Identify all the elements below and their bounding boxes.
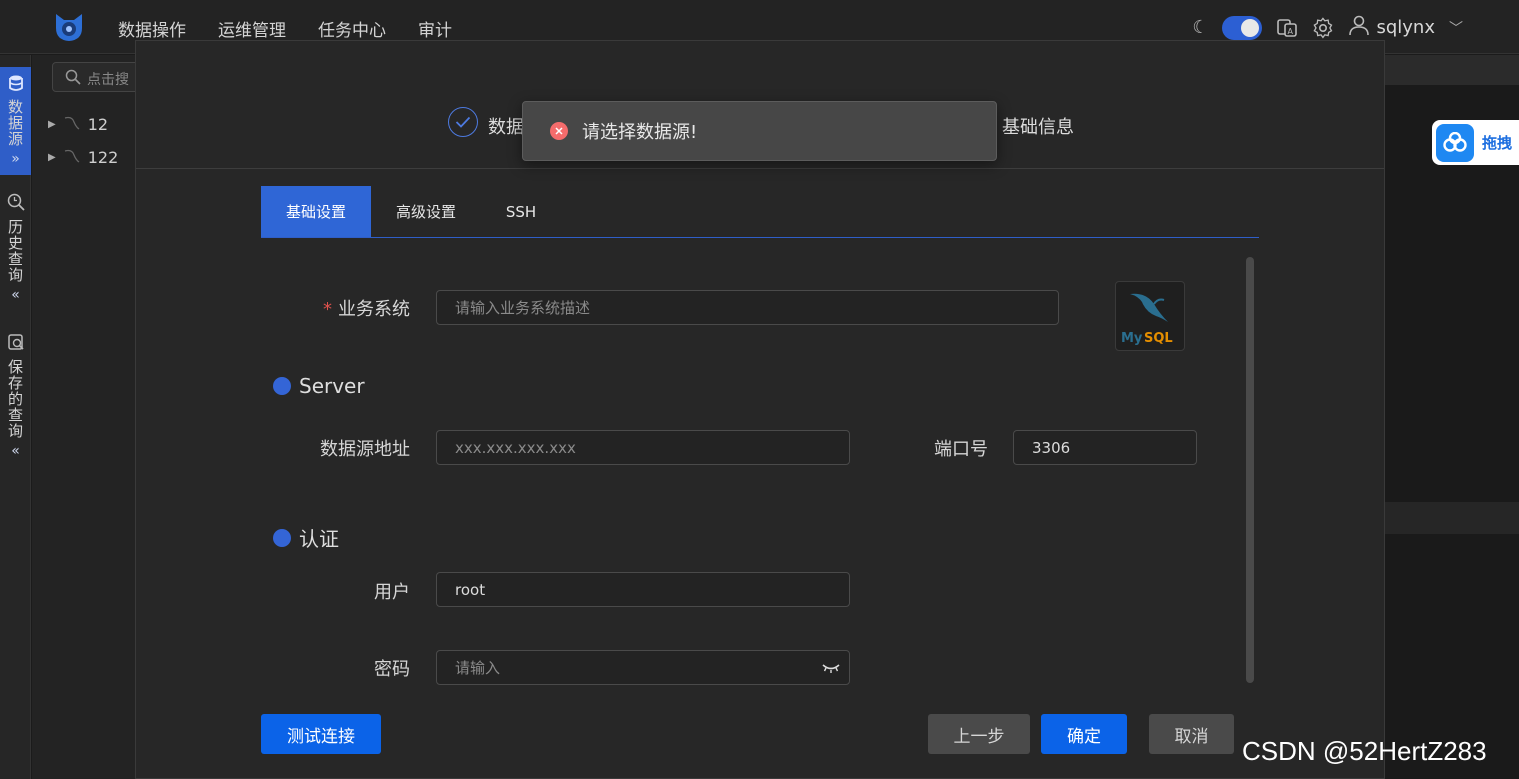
- mysql-logo: My SQL: [1115, 281, 1185, 351]
- rail-tab-datasource[interactable]: 数据源 »: [0, 67, 31, 175]
- tab-basic-settings[interactable]: 基础设置: [261, 186, 371, 237]
- mysql-node-icon: [64, 148, 80, 167]
- floating-drag-widget[interactable]: 拖拽: [1432, 120, 1519, 165]
- translate-icon[interactable]: A: [1276, 17, 1298, 39]
- rail-label-saved: 保存的查询: [6, 359, 24, 439]
- auth-section-header: 认证: [273, 523, 339, 552]
- password-input[interactable]: 请输入: [436, 650, 850, 685]
- chevron-down-icon: ﹀: [1449, 20, 1463, 37]
- step-1-label: 数据: [488, 117, 524, 138]
- search-placeholder: 点击搜: [87, 72, 129, 88]
- theme-toggle[interactable]: [1222, 15, 1263, 40]
- nav-audit[interactable]: 审计: [418, 16, 452, 41]
- tree-node-label: 12: [87, 115, 109, 134]
- rail-tab-saved[interactable]: 保存的查询 «: [0, 325, 31, 465]
- database-icon: [8, 75, 23, 95]
- double-chevron-left-icon[interactable]: «: [11, 443, 20, 459]
- toast-message: 请选择数据源!: [582, 122, 698, 143]
- tree-node-label: 122: [87, 148, 119, 167]
- tab-ssh[interactable]: SSH: [481, 186, 561, 237]
- search-icon: [65, 69, 81, 89]
- eye-closed-icon[interactable]: [821, 659, 841, 679]
- host-input[interactable]: xxx.xxx.xxx.xxx: [436, 430, 850, 465]
- watermark: CSDN @52HertZ283: [1242, 736, 1487, 766]
- caret-right-icon[interactable]: ▶: [48, 119, 56, 130]
- business-system-placeholder: 请输入业务系统描述: [455, 299, 591, 317]
- user-input[interactable]: root: [436, 572, 850, 607]
- user-icon: [1348, 14, 1370, 41]
- cloud-share-icon: [1436, 123, 1474, 162]
- test-connection-button[interactable]: 测试连接: [261, 714, 381, 754]
- svg-text:A: A: [1288, 27, 1294, 36]
- username: sqlynx: [1376, 17, 1435, 38]
- business-system-label-text: 业务系统: [338, 299, 410, 320]
- settings-gear-icon[interactable]: [1312, 16, 1334, 39]
- svg-text:SQL: SQL: [1144, 331, 1173, 346]
- user-label: 用户: [374, 582, 410, 603]
- app-logo[interactable]: [52, 10, 86, 44]
- user-value: root: [455, 580, 486, 599]
- check-circle-icon: [448, 107, 478, 137]
- double-chevron-right-icon[interactable]: »: [11, 151, 20, 167]
- section-dot-icon: [273, 528, 291, 547]
- host-label: 数据源地址: [320, 439, 410, 460]
- business-system-label: * 业务系统: [296, 295, 410, 321]
- nav-ops-management[interactable]: 运维管理: [218, 16, 286, 41]
- business-system-input[interactable]: 请输入业务系统描述: [436, 290, 1059, 325]
- user-menu[interactable]: sqlynx ﹀: [1348, 14, 1463, 41]
- tab-advanced-settings[interactable]: 高级设置: [371, 186, 481, 237]
- rail-label-datasource: 数据源: [6, 99, 24, 147]
- svg-text:My: My: [1121, 331, 1143, 346]
- server-section-header: Server: [273, 374, 365, 398]
- drag-widget-label: 拖拽: [1482, 134, 1513, 152]
- auth-section-title: 认证: [299, 527, 339, 551]
- port-value: 3306: [1032, 438, 1071, 457]
- rail-tab-history[interactable]: 历史查询 «: [0, 185, 31, 310]
- form-scrollbar[interactable]: [1246, 257, 1254, 683]
- saved-query-icon: [7, 333, 25, 355]
- nav-data-operations[interactable]: 数据操作: [118, 16, 186, 41]
- section-dot-icon: [273, 377, 291, 395]
- error-circle-icon: [550, 122, 568, 140]
- port-label: 端口号: [934, 439, 988, 460]
- settings-tabs: 基础设置 高级设置 SSH: [261, 186, 1259, 238]
- datasource-tree-panel: 点击搜 ▶ 12 ▶ 122: [32, 55, 252, 779]
- error-toast: 请选择数据源!: [522, 101, 997, 161]
- background-tab-strip: [1385, 55, 1519, 85]
- cancel-button[interactable]: 取消: [1149, 714, 1234, 754]
- history-search-icon: [7, 193, 25, 215]
- mysql-node-icon: [64, 115, 80, 134]
- tree-node[interactable]: ▶ 122: [48, 148, 118, 167]
- prev-step-button[interactable]: 上一步: [928, 714, 1030, 754]
- port-input[interactable]: 3306: [1013, 430, 1197, 465]
- confirm-button[interactable]: 确定: [1041, 714, 1127, 754]
- background-panel-header: [1385, 502, 1519, 534]
- rail-label-history: 历史查询: [6, 219, 24, 283]
- tree-node[interactable]: ▶ 12: [48, 115, 108, 134]
- password-placeholder: 请输入: [455, 659, 501, 677]
- required-asterisk: *: [323, 299, 332, 320]
- password-label: 密码: [374, 659, 410, 680]
- nav-task-center[interactable]: 任务中心: [318, 16, 386, 41]
- caret-right-icon[interactable]: ▶: [48, 152, 56, 163]
- step-3-label: 基础信息: [1002, 117, 1074, 138]
- left-rail: 数据源 » 历史查询 « 保存的查询 «: [0, 55, 31, 779]
- host-placeholder: xxx.xxx.xxx.xxx: [455, 438, 576, 457]
- moon-icon: ☾: [1192, 17, 1209, 38]
- double-chevron-left-icon[interactable]: «: [11, 287, 20, 303]
- server-section-title: Server: [299, 374, 365, 398]
